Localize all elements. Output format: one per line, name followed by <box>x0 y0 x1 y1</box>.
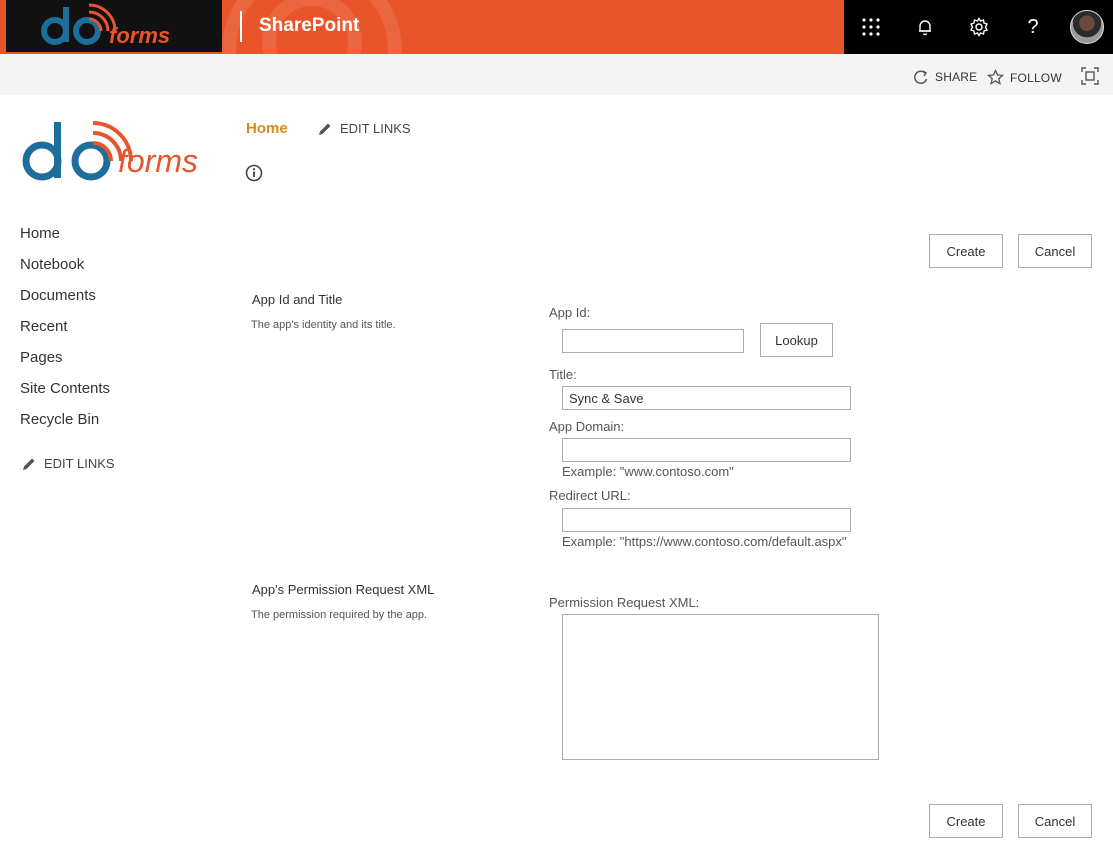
redirect-url-example: Example: "https://www.contoso.com/defaul… <box>562 534 847 549</box>
leftnav-edit-links[interactable]: EDIT LINKS <box>22 456 115 471</box>
help-icon: ? <box>1027 15 1039 38</box>
doforms-logo-icon: forms <box>41 3 170 48</box>
section-app-id-description: The app's identity and its title. <box>251 319 396 331</box>
lookup-button[interactable]: Lookup <box>760 323 833 357</box>
help-button[interactable]: ? <box>1006 0 1060 54</box>
permission-xml-label: Permission Request XML: <box>549 595 700 610</box>
app-domain-example: Example: "www.contoso.com" <box>562 464 734 479</box>
app-domain-input[interactable] <box>562 438 851 462</box>
notifications-button[interactable] <box>898 0 952 54</box>
topnav-edit-links[interactable]: EDIT LINKS <box>318 121 411 136</box>
suite-bar-controls: ? <box>844 0 1113 54</box>
avatar[interactable] <box>1070 10 1104 44</box>
section-permission-description: The permission required by the app. <box>251 609 428 621</box>
share-button[interactable]: SHARE <box>913 69 977 85</box>
star-icon <box>987 69 1004 85</box>
nav-item-documents[interactable]: Documents <box>20 284 110 315</box>
svg-text:forms: forms <box>118 143 198 179</box>
follow-button[interactable]: FOLLOW <box>987 69 1062 86</box>
permission-xml-textarea[interactable] <box>562 614 879 760</box>
section-app-id-title: App Id and Title <box>252 292 343 307</box>
app-launcher-icon <box>862 18 880 36</box>
left-navigation: Home Notebook Documents Recent Pages Sit… <box>20 222 110 439</box>
focus-mode-button[interactable] <box>1081 67 1105 85</box>
nav-item-pages[interactable]: Pages <box>20 346 110 377</box>
nav-item-home[interactable]: Home <box>20 222 110 253</box>
edit-links-label: EDIT LINKS <box>44 456 115 471</box>
app-launcher-button[interactable] <box>844 0 898 54</box>
pencil-icon <box>319 123 331 135</box>
cancel-button-bottom[interactable]: Cancel <box>1018 804 1092 838</box>
cancel-button-top[interactable]: Cancel <box>1018 234 1092 268</box>
nav-item-recycle-bin[interactable]: Recycle Bin <box>20 408 110 439</box>
share-label: SHARE <box>935 70 978 84</box>
pencil-icon <box>23 458 35 470</box>
site-logo[interactable]: forms <box>20 116 222 186</box>
redirect-url-label: Redirect URL: <box>549 488 631 503</box>
doforms-logo-icon: forms <box>22 121 198 181</box>
info-icon <box>245 164 263 182</box>
action-bar: SHARE FOLLOW <box>0 54 1113 95</box>
brand-logo-tile[interactable]: forms <box>6 0 222 52</box>
title-input[interactable] <box>562 386 851 410</box>
focus-mode-icon <box>1081 67 1099 85</box>
bell-icon <box>919 20 931 36</box>
app-id-label: App Id: <box>549 305 591 320</box>
topnav-home-link[interactable]: Home <box>246 120 288 137</box>
suite-bar: forms SharePoint ? <box>0 0 1113 54</box>
page-info-button[interactable] <box>245 164 263 187</box>
app-domain-label: App Domain: <box>549 419 625 434</box>
follow-label: FOLLOW <box>1010 70 1062 85</box>
title-label: Title: <box>549 367 577 382</box>
gear-icon <box>970 17 988 37</box>
share-icon <box>914 70 928 84</box>
create-button-bottom[interactable]: Create <box>929 804 1003 838</box>
settings-button[interactable] <box>952 0 1006 54</box>
nav-item-site-contents[interactable]: Site Contents <box>20 377 110 408</box>
app-id-input[interactable] <box>562 329 744 353</box>
redirect-url-input[interactable] <box>562 508 851 532</box>
section-permission-title: App's Permission Request XML <box>252 582 435 597</box>
svg-text:forms: forms <box>109 23 170 48</box>
create-button-top[interactable]: Create <box>929 234 1003 268</box>
edit-links-label: EDIT LINKS <box>340 121 411 136</box>
suite-divider <box>240 11 242 42</box>
app-title[interactable]: SharePoint <box>259 15 359 37</box>
nav-item-recent[interactable]: Recent <box>20 315 110 346</box>
nav-item-notebook[interactable]: Notebook <box>20 253 110 284</box>
